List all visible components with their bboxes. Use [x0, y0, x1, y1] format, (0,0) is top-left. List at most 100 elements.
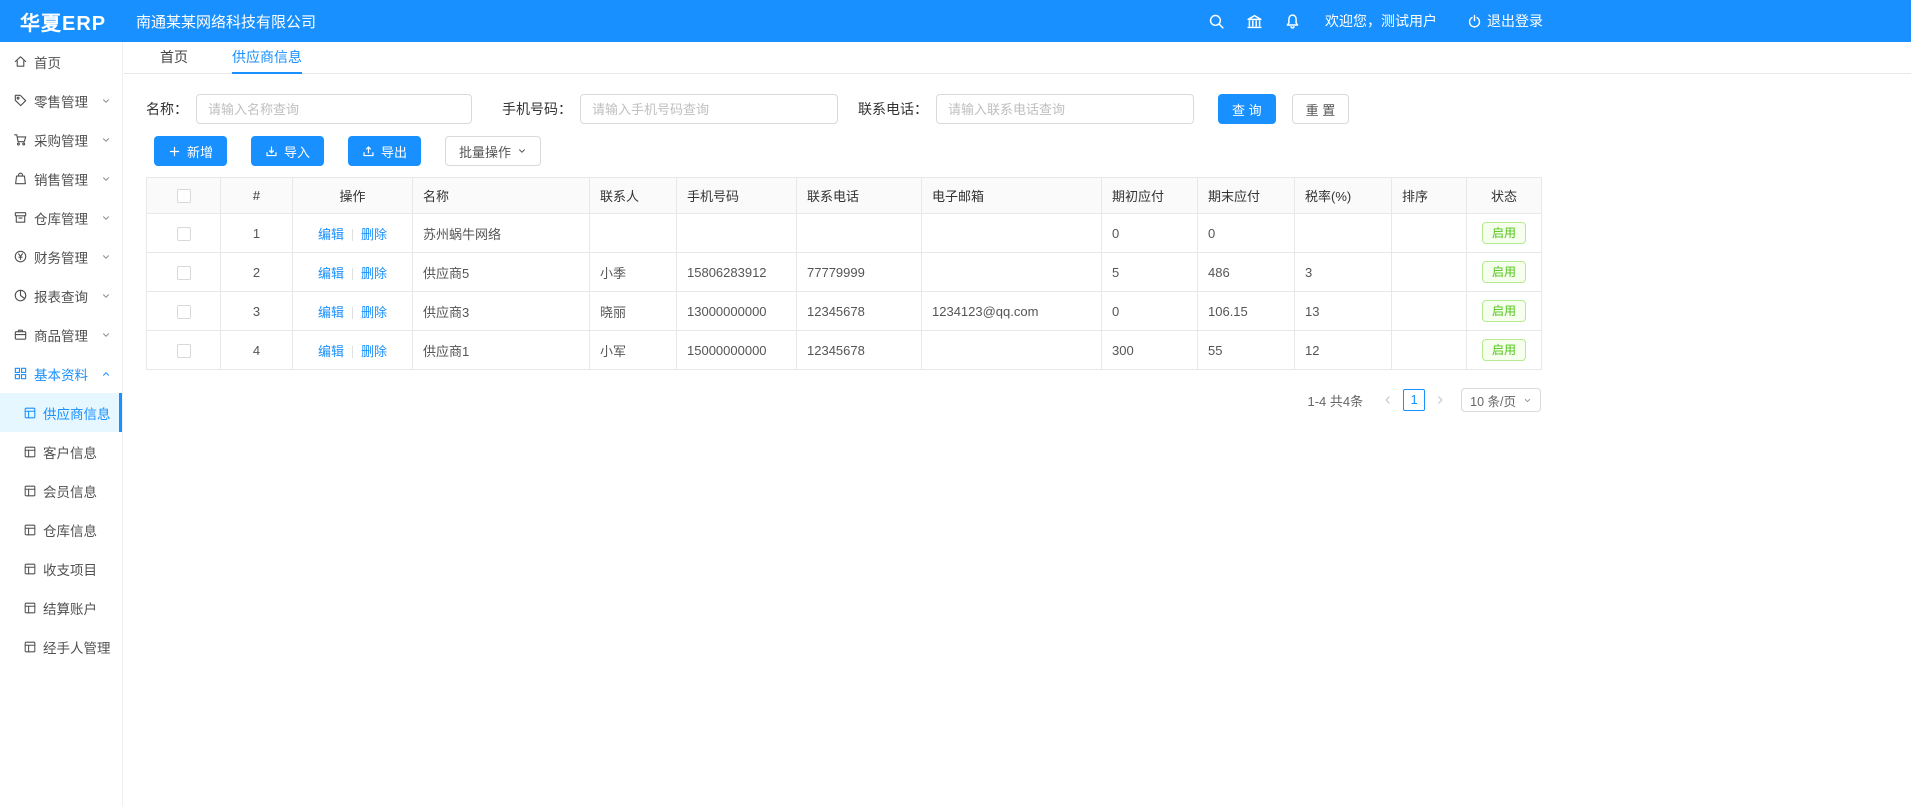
current-page[interactable]: 1 — [1403, 389, 1425, 411]
edit-link[interactable]: 编辑 — [318, 305, 344, 320]
status-badge[interactable]: 启用 — [1482, 339, 1526, 361]
cell-status: 启用 — [1467, 253, 1542, 292]
tab-supplier-info[interactable]: 供应商信息 — [232, 42, 302, 74]
app-logo: 华夏ERP — [0, 7, 123, 36]
chevron-down-icon — [101, 330, 111, 340]
tab-home[interactable]: 首页 — [160, 42, 188, 74]
telephone-filter-input[interactable] — [936, 94, 1194, 124]
add-button[interactable]: 新增 — [154, 136, 227, 166]
reset-button[interactable]: 重 置 — [1292, 94, 1350, 124]
cell-sort — [1392, 214, 1467, 253]
import-icon — [265, 145, 278, 158]
edit-link[interactable]: 编辑 — [318, 266, 344, 281]
sidebar-item-label: 采购管理 — [34, 130, 88, 150]
row-checkbox[interactable] — [177, 344, 191, 358]
query-button[interactable]: 查 询 — [1218, 94, 1276, 124]
cell-name: 供应商1 — [413, 331, 590, 370]
table-icon — [23, 601, 37, 615]
cell-email — [922, 214, 1102, 253]
pie-chart-icon — [13, 288, 28, 303]
sidebar-item-goods[interactable]: 商品管理 — [0, 315, 122, 354]
page-tabbar: 首页 供应商信息 — [124, 42, 1911, 74]
status-badge[interactable]: 启用 — [1482, 261, 1526, 283]
sidebar-item-finance[interactable]: 财务管理 — [0, 237, 122, 276]
action-divider — [352, 307, 353, 319]
sidebar-item-label: 报表查询 — [34, 286, 88, 306]
sidebar-item-warehouse-info[interactable]: 仓库信息 — [0, 510, 122, 549]
supplier-table: # 操作 名称 联系人 手机号码 联系电话 电子邮箱 期初应付 期末应付 税率(… — [146, 177, 1542, 370]
search-icon[interactable] — [1205, 10, 1227, 32]
cell-action: 编辑 删除 — [293, 253, 413, 292]
sidebar-item-sales[interactable]: 销售管理 — [0, 159, 122, 198]
chevron-down-icon — [101, 213, 111, 223]
import-button[interactable]: 导入 — [251, 136, 324, 166]
action-divider — [352, 229, 353, 241]
cell-telephone: 12345678 — [797, 331, 922, 370]
pagination: 1-4 共4条 1 10 条/页 — [146, 388, 1541, 412]
col-header-action: 操作 — [293, 178, 413, 214]
col-header-contact: 联系人 — [590, 178, 677, 214]
delete-link[interactable]: 删除 — [361, 344, 387, 359]
next-page-button[interactable] — [1429, 389, 1451, 411]
table-row: 3 编辑删除 供应商3 晓丽 13000000000 12345678 1234… — [147, 292, 1542, 331]
row-checkbox[interactable] — [177, 227, 191, 241]
sidebar-item-retail[interactable]: 零售管理 — [0, 81, 122, 120]
row-checkbox[interactable] — [177, 266, 191, 280]
cell-email — [922, 331, 1102, 370]
status-badge[interactable]: 启用 — [1482, 222, 1526, 244]
chevron-up-icon — [101, 369, 111, 379]
edit-link[interactable]: 编辑 — [318, 344, 344, 359]
sidebar-item-label: 会员信息 — [43, 481, 97, 501]
delete-link[interactable]: 删除 — [361, 227, 387, 242]
cell-telephone: 12345678 — [797, 292, 922, 331]
bag-icon — [13, 171, 28, 186]
platform-bank-icon[interactable] — [1243, 10, 1265, 32]
export-button[interactable]: 导出 — [348, 136, 421, 166]
sidebar-item-handler-management[interactable]: 经手人管理 — [0, 627, 122, 666]
sidebar-item-label: 首页 — [34, 52, 61, 72]
cell-phone: 15806283912 — [677, 253, 797, 292]
table-icon — [23, 523, 37, 537]
sidebar-item-warehouse[interactable]: 仓库管理 — [0, 198, 122, 237]
sidebar-item-member-info[interactable]: 会员信息 — [0, 471, 122, 510]
sidebar-item-label: 结算账户 — [43, 598, 97, 618]
page-size-select[interactable]: 10 条/页 — [1461, 388, 1541, 412]
select-all-checkbox[interactable] — [177, 189, 191, 203]
logout-button[interactable]: 退出登录 — [1467, 11, 1543, 31]
row-checkbox[interactable] — [177, 305, 191, 319]
cell-action: 编辑 删除 — [293, 331, 413, 370]
delete-link[interactable]: 删除 — [361, 305, 387, 320]
batch-operations-button[interactable]: 批量操作 — [445, 136, 541, 166]
sidebar: 首页 零售管理 采购管理 销售管理 仓库管理 财务管理 报表查询 商品管理 基本… — [0, 42, 123, 806]
delete-link[interactable]: 删除 — [361, 266, 387, 281]
edit-link[interactable]: 编辑 — [318, 227, 344, 242]
sidebar-item-income-expense[interactable]: 收支项目 — [0, 549, 122, 588]
sidebar-item-settlement-account[interactable]: 结算账户 — [0, 588, 122, 627]
sidebar-item-label: 财务管理 — [34, 247, 88, 267]
sidebar-item-purchase[interactable]: 采购管理 — [0, 120, 122, 159]
header-actions: 欢迎您，测试用户 退出登录 — [1189, 0, 1543, 42]
cell-closing-payable: 106.15 — [1198, 292, 1295, 331]
col-header-index: # — [221, 178, 293, 214]
cart-icon — [13, 132, 28, 147]
cell-name: 供应商3 — [413, 292, 590, 331]
sidebar-item-supplier-info[interactable]: 供应商信息 — [0, 393, 122, 432]
phone-filter-input[interactable] — [580, 94, 838, 124]
status-badge[interactable]: 启用 — [1482, 300, 1526, 322]
name-filter-input[interactable] — [196, 94, 472, 124]
cell-select — [147, 214, 221, 253]
sidebar-item-reports[interactable]: 报表查询 — [0, 276, 122, 315]
sidebar-item-customer-info[interactable]: 客户信息 — [0, 432, 122, 471]
cell-phone: 15000000000 — [677, 331, 797, 370]
table-row: 2 编辑删除 供应商5 小季 15806283912 77779999 5 48… — [147, 253, 1542, 292]
col-header-status: 状态 — [1467, 178, 1542, 214]
chevron-down-icon — [101, 291, 111, 301]
table-icon — [23, 484, 37, 498]
sidebar-item-home[interactable]: 首页 — [0, 42, 122, 81]
table-header-row: # 操作 名称 联系人 手机号码 联系电话 电子邮箱 期初应付 期末应付 税率(… — [147, 178, 1542, 214]
bell-icon[interactable] — [1281, 10, 1303, 32]
table-row: 1 编辑删除 苏州蜗牛网络 0 0 启用 — [147, 214, 1542, 253]
prev-page-button[interactable] — [1377, 389, 1399, 411]
cell-sort — [1392, 253, 1467, 292]
sidebar-item-basic-data[interactable]: 基本资料 — [0, 354, 122, 393]
